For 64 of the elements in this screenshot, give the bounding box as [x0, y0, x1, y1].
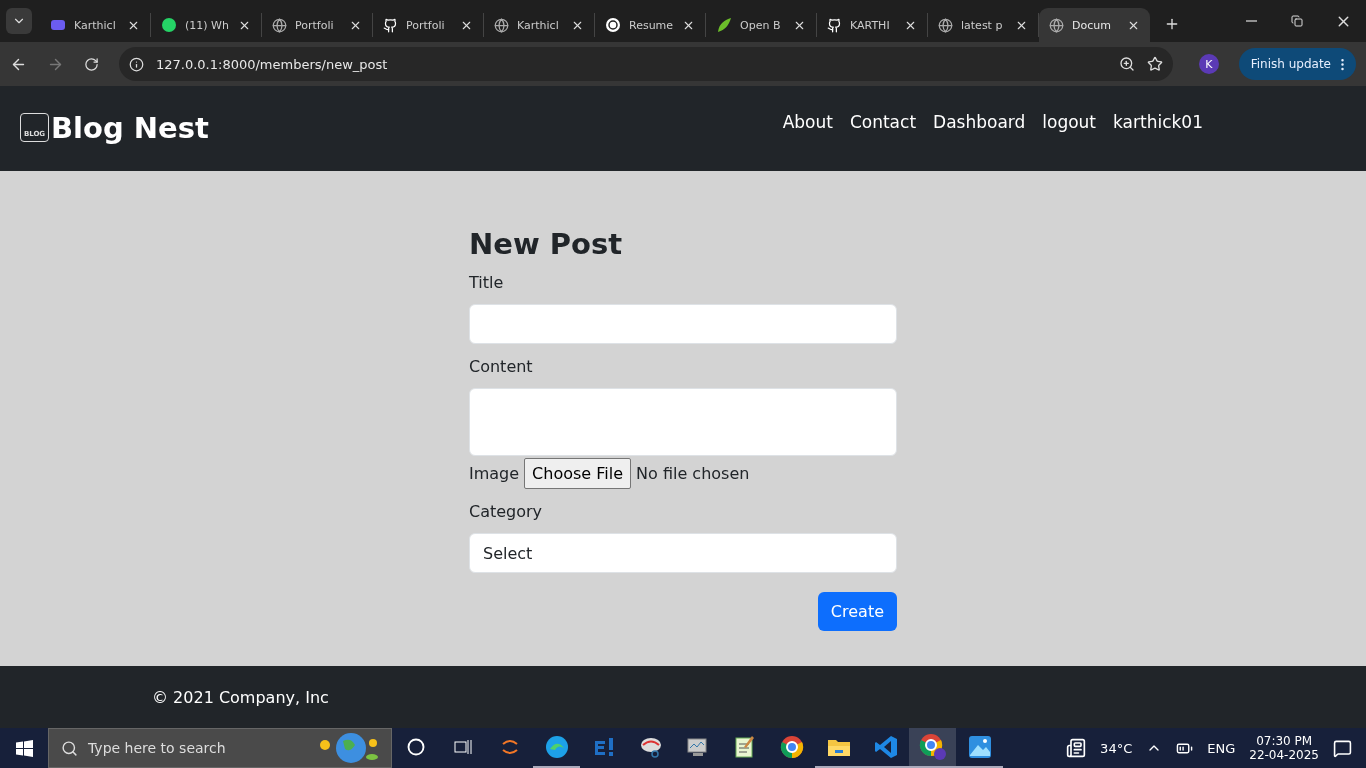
monitor-icon: [685, 736, 710, 758]
taskbar-app-button[interactable]: [909, 728, 956, 768]
leaf-icon: [716, 17, 732, 33]
news-icon: [1066, 738, 1087, 758]
copyright-text: © 2021 Company, Inc: [152, 687, 329, 707]
globe-icon: [1049, 17, 1064, 33]
browser-tab[interactable]: Karthicl: [40, 13, 151, 37]
create-button[interactable]: Create: [817, 592, 897, 631]
notification-icon[interactable]: [1333, 738, 1352, 758]
title-input-field[interactable]: [469, 304, 897, 344]
chrome-profile-icon: [918, 733, 947, 761]
weather-text: 34°C: [1100, 740, 1133, 756]
app-icon: [50, 17, 66, 33]
profile-avatar[interactable]: K: [1198, 54, 1219, 74]
info-icon: [129, 56, 144, 72]
chrome-icon: [779, 735, 804, 759]
nav-link[interactable]: Dashboard: [933, 111, 1026, 132]
nav-link[interactable]: logout: [1042, 111, 1097, 132]
globe-icon: [938, 17, 953, 33]
taskbar-search-field[interactable]: Type here to search: [48, 728, 392, 768]
browser-tab[interactable]: Docum: [1039, 8, 1150, 42]
star-icon[interactable]: [1146, 56, 1163, 72]
wave-circle-icon: [544, 735, 569, 759]
update-button[interactable]: Finish update: [1238, 48, 1356, 80]
browser-tab[interactable]: Portfoli: [262, 13, 373, 37]
browser-tab[interactable]: Resume: [595, 13, 706, 37]
globe-icon: [272, 17, 287, 33]
search-icon: [61, 739, 78, 757]
globe-icon: [494, 17, 509, 33]
field-label: Content: [469, 357, 534, 376]
browser-tab[interactable]: (11) Wh: [151, 13, 262, 37]
category-select[interactable]: Select: [469, 533, 897, 573]
code-editor-icon: [873, 735, 898, 759]
nav-link[interactable]: About: [782, 111, 833, 132]
task-view-icon: [453, 739, 472, 755]
cat-logo-icon: [827, 17, 842, 33]
mountain-picture-icon: [967, 735, 992, 759]
cat-logo-icon: [383, 17, 398, 33]
new-tab-button[interactable]: [1164, 16, 1180, 32]
nav-link[interactable]: Contact: [849, 111, 917, 132]
browser-tab[interactable]: KARTHI: [817, 13, 928, 37]
minimize-icon: [1245, 20, 1257, 22]
file-status: No file chosen: [636, 464, 750, 483]
globe-flowers-icon: [317, 731, 379, 765]
tab-search-button[interactable]: [6, 8, 32, 34]
nav-link[interactable]: karthick01: [1113, 111, 1203, 132]
page-heading: New Post: [469, 227, 624, 261]
browser-tab[interactable]: Portfoli: [373, 13, 484, 37]
browser-tab[interactable]: Karthicl: [484, 13, 595, 37]
circle-icon: [406, 738, 425, 756]
restore-icon: [1291, 15, 1303, 27]
windows-logo-icon: [15, 739, 33, 757]
field-label: Image: [469, 464, 520, 483]
choose-file-button[interactable]: Choose File: [524, 458, 632, 489]
language-indicator[interactable]: ENG: [1207, 740, 1236, 756]
browser-tab[interactable]: Open B: [706, 13, 817, 37]
zoom-icon[interactable]: [1118, 56, 1135, 72]
reload-button[interactable]: [84, 56, 99, 72]
clock-date: 22-04-2025: [1249, 748, 1319, 762]
clock-time: 07:30 PM: [1256, 734, 1313, 748]
notepad-icon: [733, 735, 756, 759]
field-label: Title: [469, 273, 505, 292]
address-bar[interactable]: 127.0.0.1:8000/members/new_post: [119, 47, 1173, 81]
field-label: Category: [469, 502, 544, 521]
